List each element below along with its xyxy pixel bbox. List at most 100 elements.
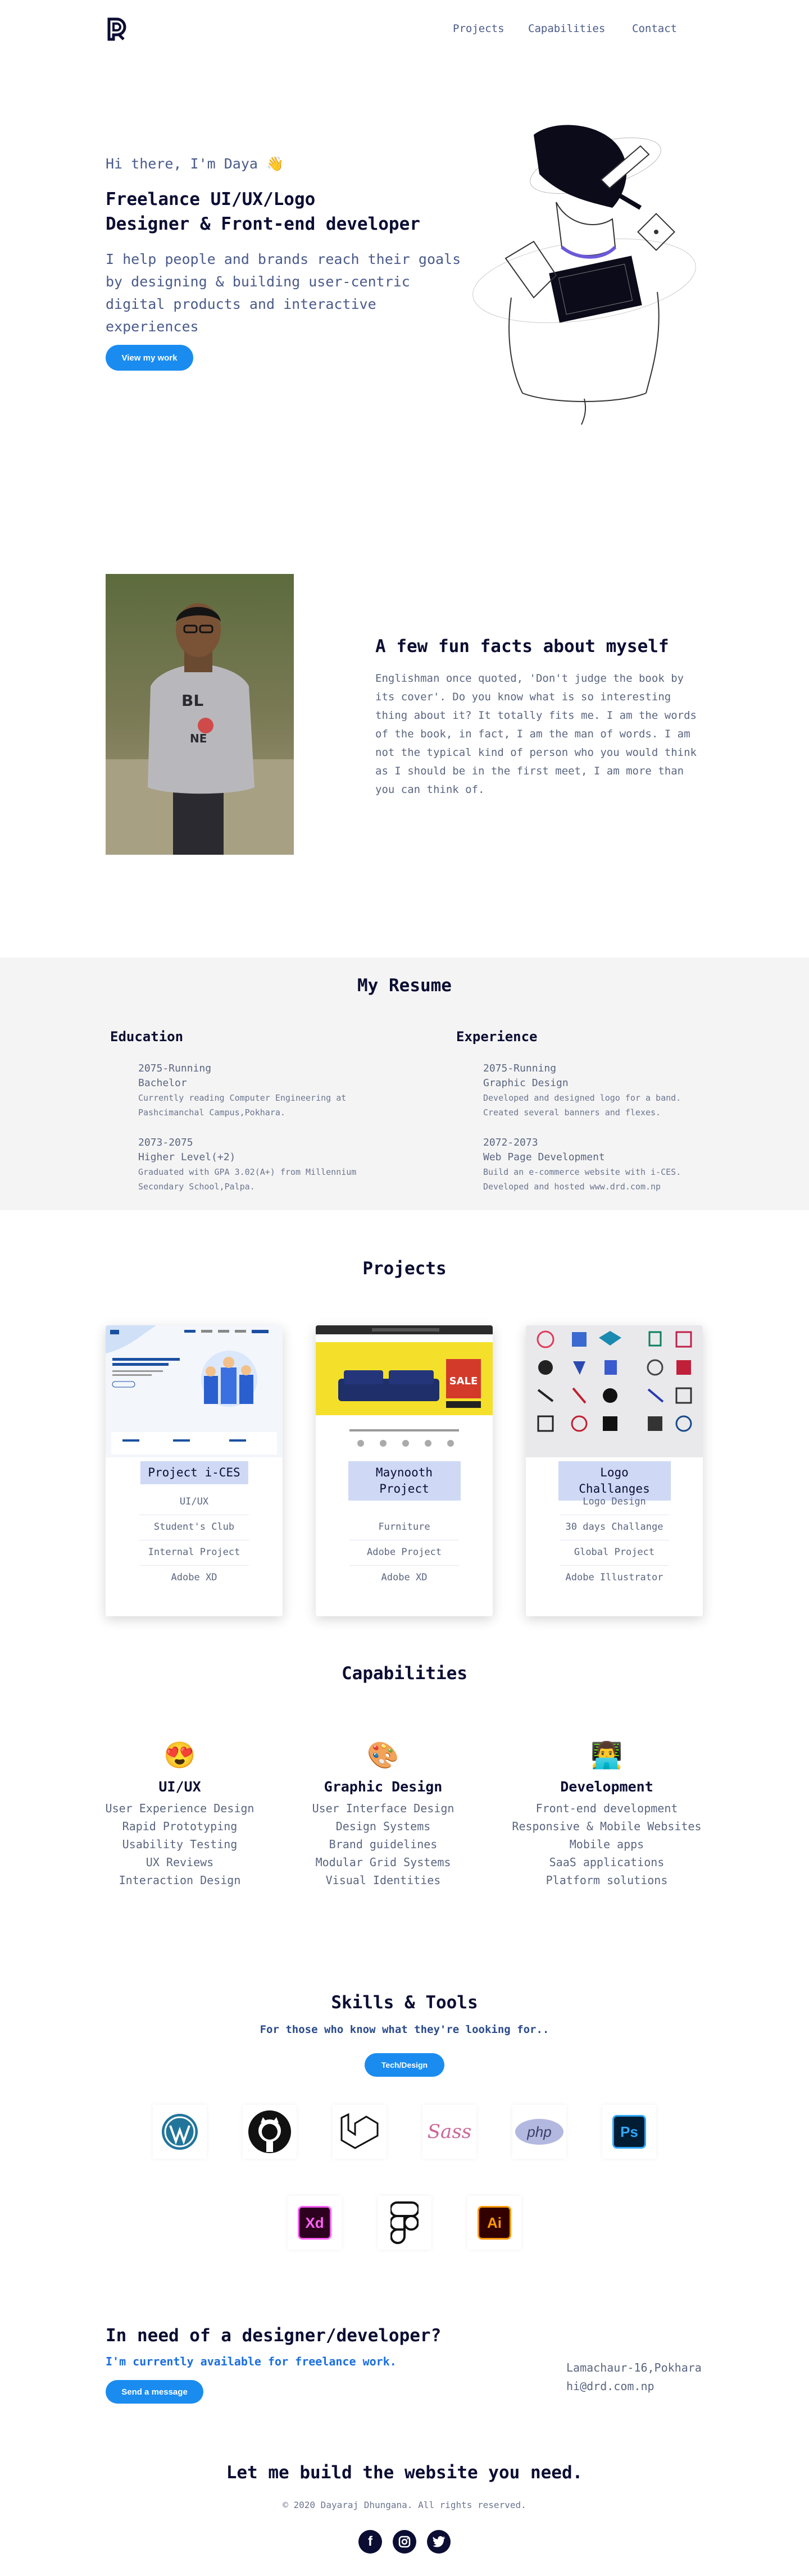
education-description: Currently reading Computer Engineering a… (138, 1093, 347, 1118)
resume-title: My Resume (357, 975, 452, 996)
experience-description: Developed and designed logo for a band. … (483, 1093, 681, 1118)
about-text: Englishman once quoted, 'Don't judge the… (375, 672, 697, 796)
project-name: Logo Challanges (558, 1461, 671, 1501)
capability-item: Usability Testing (122, 1838, 238, 1851)
illustrator-icon: Ai (467, 2196, 521, 2250)
project-thumbnail: SALE (316, 1325, 493, 1457)
figma-icon (378, 2196, 431, 2250)
skills-title: Skills & Tools (331, 1993, 478, 2013)
education-degree: Higher Level(+2) (138, 1151, 236, 1163)
sale-badge-text: SALE (449, 1375, 478, 1387)
capability-item: Modular Grid Systems (315, 1855, 451, 1869)
capability-item: Front-end development (535, 1802, 678, 1815)
site-logo[interactable] (106, 17, 130, 42)
photoshop-icon: Ps (602, 2105, 656, 2159)
nav-link-capabilities[interactable]: Capabilities (528, 22, 605, 35)
education-period: 2073-2075 (138, 1137, 193, 1148)
capability-name: Development (560, 1779, 653, 1795)
capabilities-title: Capabilities (342, 1663, 467, 1684)
capability-item: SaaS applications (549, 1855, 665, 1869)
facebook-icon[interactable]: f (358, 2530, 382, 2554)
education-description: Graduated with GPA 3.02(A+) from Millenn… (138, 1167, 357, 1192)
project-card-logo-challanges[interactable]: Logo Challanges Logo Design 30 days Chal… (526, 1325, 703, 1616)
hero-title-line-2: Designer & Front-end developer (106, 214, 420, 234)
facebook-glyph: f (368, 2534, 372, 2549)
illustrator-label: Ai (487, 2214, 502, 2231)
contact-subtitle: I'm currently available for freelance wo… (106, 2355, 397, 2368)
experience-role: Graphic Design (483, 1077, 569, 1089)
education-heading: Education (110, 1029, 184, 1045)
project-tag: Adobe Illustrator (565, 1572, 663, 1583)
shirt-print-text-1: BL (181, 691, 203, 710)
nav-link-projects[interactable]: Projects (453, 22, 505, 35)
wordpress-icon (153, 2105, 207, 2159)
hero-greeting: Hi there, I'm Daya 👋 (106, 156, 284, 172)
divider (349, 1565, 459, 1566)
education-item: 2073-2075 Higher Level(+2) Graduated wit… (138, 1136, 374, 1194)
experience-role: Web Page Development (483, 1151, 605, 1163)
project-tag: Adobe Project (366, 1547, 442, 1558)
project-tag: Furniture (378, 1521, 430, 1533)
capability-name: Graphic Design (324, 1779, 443, 1795)
adobe-xd-icon: Xd (288, 2196, 342, 2250)
hero-illustration (472, 112, 708, 427)
project-tag: Global Project (574, 1547, 655, 1558)
project-card-maynooth[interactable]: SALE Maynooth Project Furniture Adobe Pr… (316, 1325, 493, 1616)
footer-title: Let me build the website you need. (226, 2463, 583, 2483)
capability-item: Rapid Prototyping (122, 1820, 238, 1833)
experience-period: 2072-2073 (483, 1137, 538, 1148)
project-tag: 30 days Challange (565, 1521, 663, 1533)
experience-item: 2072-2073 Web Page Development Build an … (483, 1136, 719, 1194)
projects-title: Projects (362, 1259, 447, 1279)
capability-name: UI/UX (158, 1779, 201, 1795)
project-thumbnail (106, 1325, 283, 1457)
capability-item: Brand guidelines (329, 1838, 438, 1851)
contact-email[interactable]: hi@drd.com.np (566, 2377, 702, 2396)
experience-period: 2075-Running (483, 1063, 557, 1074)
sass-label: Sass (427, 2121, 472, 2143)
contact-info: Lamachaur-16,Pokhara hi@drd.com.np (566, 2359, 702, 2396)
capability-item: Platform solutions (546, 1873, 668, 1887)
project-name: Maynooth Project (348, 1461, 461, 1501)
photoshop-label: Ps (620, 2123, 638, 2140)
tech-design-toggle-button[interactable]: Tech/Design (365, 2053, 444, 2077)
send-message-button[interactable]: Send a message (106, 2380, 203, 2404)
about-title: A few fun facts about myself (375, 636, 669, 656)
capability-item: User Interface Design (312, 1802, 455, 1815)
project-tag: Adobe XD (171, 1572, 217, 1583)
contact-address: Lamachaur-16,Pokhara (566, 2361, 702, 2374)
github-icon (243, 2105, 297, 2159)
divider (139, 1565, 249, 1566)
project-tag: Internal Project (148, 1547, 240, 1558)
instagram-icon[interactable] (393, 2530, 416, 2554)
palette-icon: 🎨 (367, 1740, 399, 1770)
capability-item: Design Systems (335, 1820, 431, 1833)
skills-subtitle: For those who know what they're looking … (260, 2023, 549, 2036)
capability-item: User Experience Design (105, 1802, 254, 1815)
nav-link-contact[interactable]: Contact (632, 22, 677, 35)
project-tag: Student's Club (153, 1521, 235, 1533)
divider (560, 1565, 669, 1566)
project-card-ices[interactable]: Project i-CES UI/UX Student's Club Inter… (106, 1325, 283, 1616)
capability-item: Mobile apps (569, 1838, 644, 1851)
education-degree: Bachelor (138, 1077, 187, 1089)
project-tag: UI/UX (179, 1496, 209, 1507)
laravel-icon (333, 2105, 387, 2159)
twitter-icon[interactable] (427, 2530, 451, 2554)
view-my-work-button[interactable]: View my work (106, 345, 193, 371)
sass-icon: Sass (422, 2105, 476, 2159)
developer-icon: 👨‍💻 (590, 1740, 623, 1770)
experience-description: Build an e-commerce website with i-CES. … (483, 1167, 681, 1192)
php-icon: php (512, 2105, 566, 2159)
hero-description: I help people and brands reach their goa… (106, 251, 461, 335)
contact-title: In need of a designer/developer? (106, 2326, 442, 2346)
capability-ui-ux: 😍 UI/UX User Experience Design Rapid Pro… (79, 1738, 281, 1889)
shirt-print-text-2: NE (190, 732, 207, 745)
footer-copyright: © 2020 Dayaraj Dhungana. All rights rese… (283, 2500, 526, 2510)
capability-item: Responsive & Mobile Websites (512, 1820, 702, 1833)
heart-eyes-icon: 😍 (163, 1740, 196, 1770)
project-thumbnail (526, 1325, 703, 1457)
capability-graphic-design: 🎨 Graphic Design User Interface Design D… (282, 1738, 484, 1889)
capability-development: 👨‍💻 Development Front-end development Re… (506, 1738, 708, 1889)
education-period: 2075-Running (138, 1063, 212, 1074)
